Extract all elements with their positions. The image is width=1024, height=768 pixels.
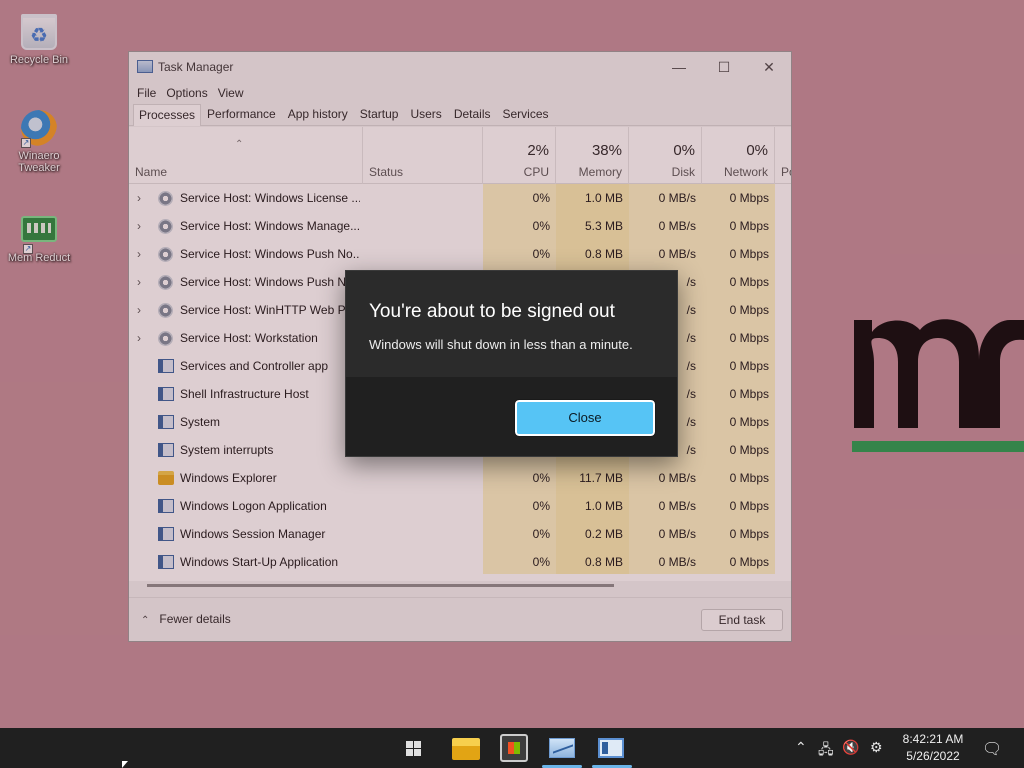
clock-time: 8:42:21 AM [902,732,964,746]
windows-logo-icon-part [406,749,413,756]
dialog-footer: Close [346,377,677,456]
windows-logo-icon-part [414,741,421,748]
clock[interactable]: 8:42:21 AM 5/26/2022 [896,731,970,765]
windows-logo-icon-part [414,749,421,756]
start-button[interactable] [404,734,432,762]
microsoft-store-icon[interactable] [500,734,528,762]
file-explorer-icon[interactable] [452,738,480,760]
dialog-message: Windows will shut down in less than a mi… [369,337,633,352]
notifications-icon[interactable]: 🗨 [982,739,1002,759]
show-hidden-icons-chevron-icon[interactable]: ⌃ [795,739,807,756]
taskbar: ⌃ 🖧 🔇 ⚙ 8:42:21 AM 5/26/2022 🗨 [0,728,1024,768]
mouse-cursor [122,761,128,768]
sign-out-dialog: You're about to be signed out Windows wi… [345,270,678,457]
settings-gear-icon[interactable]: ⚙ [870,739,883,756]
dialog-title: You're about to be signed out [369,301,615,322]
dialog-close-button[interactable]: Close [514,399,656,437]
task-manager-taskbar-icon[interactable] [549,738,575,758]
network-icon[interactable]: 🖧 [818,739,834,763]
app-window-taskbar-icon[interactable] [598,738,624,758]
clock-date: 5/26/2022 [906,749,960,763]
windows-logo-icon [406,741,413,748]
volume-muted-icon[interactable]: 🔇 [842,739,859,756]
